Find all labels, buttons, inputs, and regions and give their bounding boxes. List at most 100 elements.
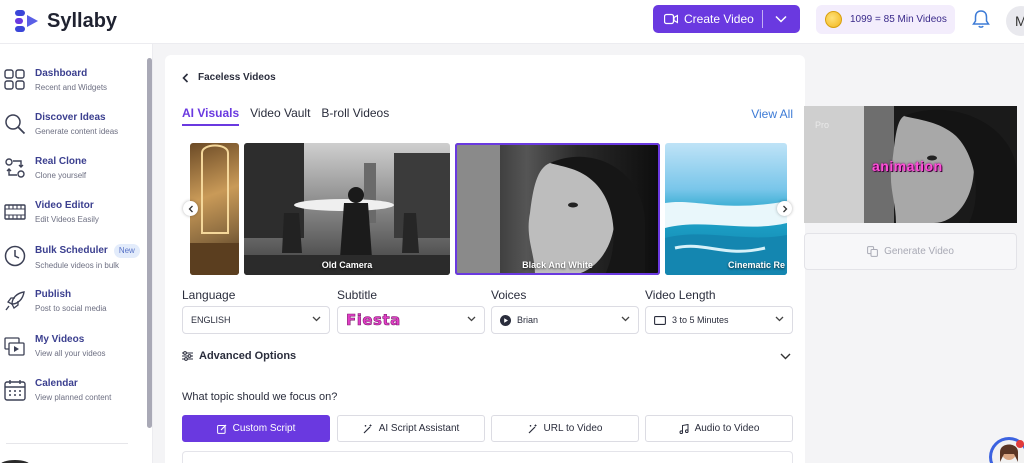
- generate-icon: [867, 246, 878, 257]
- sidebar-item-subtitle: View planned content: [35, 393, 112, 402]
- style-card-black-and-white[interactable]: Black And White: [455, 143, 660, 275]
- sliders-icon: [182, 351, 193, 361]
- bell-icon[interactable]: [970, 8, 992, 30]
- sidebar-item-title: Bulk Scheduler New: [35, 244, 140, 258]
- logo[interactable]: Syllaby: [14, 8, 117, 34]
- sidebar-item-title: My Videos: [35, 334, 85, 345]
- tab-video-vault[interactable]: Video Vault: [250, 106, 310, 126]
- sidebar: Dashboard Recent and Widgets Discover Ide…: [0, 44, 153, 463]
- custom-script-label: Custom Script: [232, 423, 296, 434]
- preview-caption: Pro: [815, 120, 830, 130]
- sidebar-item-video-editor[interactable]: Video Editor Edit Videos Easily: [4, 200, 144, 240]
- voices-select[interactable]: Brian: [491, 306, 639, 334]
- coin-icon: [825, 11, 842, 28]
- credits-badge[interactable]: 1099 = 85 Min Videos: [816, 5, 955, 34]
- generate-video-label: Generate Video: [884, 246, 954, 257]
- tab-bar: AI Visuals Video Vault B-roll Videos: [182, 106, 389, 126]
- url-to-video-button[interactable]: URL to Video: [491, 415, 639, 442]
- language-select[interactable]: ENGLISH: [182, 306, 330, 334]
- ai-script-assistant-label: AI Script Assistant: [378, 423, 460, 434]
- ai-script-assistant-button[interactable]: AI Script Assistant: [337, 415, 485, 442]
- sidebar-item-my-videos[interactable]: My Videos View all your videos: [4, 334, 144, 374]
- new-badge: New: [113, 244, 140, 258]
- calendar-icon: [4, 380, 26, 401]
- preview-subtitle-word: animation: [872, 158, 943, 174]
- style-carousel: Old Camera Black And White Cinematic Re: [190, 143, 787, 275]
- chevron-right-icon: [782, 205, 787, 212]
- dashboard-icon: [4, 69, 25, 90]
- faceless-videos-card: Faceless Videos AI Visuals Video Vault B…: [165, 55, 805, 463]
- sidebar-item-dashboard[interactable]: Dashboard Recent and Widgets: [4, 68, 144, 108]
- sidebar-item-subtitle: Clone yourself: [35, 171, 87, 180]
- sidebar-item-title-text: Bulk Scheduler: [35, 245, 108, 256]
- rocket-icon: [5, 291, 25, 311]
- sidebar-divider: [6, 443, 128, 444]
- back-link[interactable]: Faceless Videos: [182, 72, 276, 83]
- video-length-value: 3 to 5 Minutes: [672, 315, 729, 325]
- sidebar-item-real-clone[interactable]: Real Clone Clone yourself: [4, 156, 144, 196]
- ocean-image: [665, 201, 787, 275]
- create-video-button[interactable]: Create Video: [653, 5, 800, 33]
- style-card-label: Cinematic Re: [727, 260, 785, 270]
- sidebar-item-title: Discover Ideas: [35, 112, 106, 123]
- view-all-link[interactable]: View All: [751, 107, 793, 121]
- create-video-label: Create Video: [684, 12, 754, 26]
- video-length-select[interactable]: 3 to 5 Minutes: [645, 306, 793, 334]
- sidebar-scrollbar[interactable]: [147, 58, 152, 428]
- style-card-cinematic[interactable]: Cinematic Re: [665, 143, 787, 275]
- style-card-label: Old Camera: [321, 260, 373, 270]
- sidebar-item-subtitle: Recent and Widgets: [35, 83, 108, 92]
- custom-script-button[interactable]: Custom Script: [182, 415, 330, 442]
- carousel-next-button[interactable]: [777, 201, 792, 216]
- audio-to-video-button[interactable]: Audio to Video: [645, 415, 793, 442]
- chevron-left-icon: [182, 72, 189, 83]
- sidebar-item-title: Video Editor: [35, 200, 94, 211]
- sidebar-item-title: Publish: [35, 289, 72, 300]
- edit-icon: [216, 424, 227, 434]
- sidebar-item-subtitle: Schedule videos in bulk: [35, 261, 120, 270]
- sidebar-item-calendar[interactable]: Calendar View planned content: [4, 378, 144, 418]
- clone-icon: [5, 158, 25, 178]
- page-title: Faceless Videos: [198, 72, 276, 83]
- style-card-label: Black And White: [522, 260, 593, 270]
- video-icon: [664, 13, 678, 25]
- sidebar-item-title: Real Clone: [35, 156, 87, 167]
- create-video-dropdown[interactable]: [763, 15, 799, 23]
- video-preview[interactable]: Pro animation: [804, 106, 1017, 223]
- tab-ai-visuals[interactable]: AI Visuals: [182, 106, 240, 126]
- audio-to-video-label: Audio to Video: [694, 423, 760, 434]
- advanced-options-toggle[interactable]: Advanced Options: [182, 350, 296, 362]
- sidebar-item-bulk-scheduler[interactable]: Bulk Scheduler New Schedule videos in bulk: [4, 244, 144, 284]
- sidebar-item-publish[interactable]: Publish Post to social media: [4, 289, 144, 329]
- chevron-down-icon[interactable]: [780, 353, 791, 360]
- notification-dot: [1016, 440, 1024, 448]
- chevron-down-icon: [312, 316, 321, 322]
- chevron-down-icon: [467, 316, 476, 322]
- topic-question: What topic should we focus on?: [182, 391, 338, 403]
- brand-name: Syllaby: [47, 9, 118, 32]
- chevron-down-icon: [621, 316, 630, 322]
- url-to-video-label: URL to Video: [543, 423, 603, 434]
- video-length-label: Video Length: [645, 288, 716, 302]
- street-image: [244, 143, 450, 275]
- voices-value: Brian: [517, 315, 539, 325]
- carousel-prev-button[interactable]: [183, 201, 198, 216]
- film-icon: [4, 204, 26, 220]
- clock-icon: [4, 245, 26, 267]
- subtitle-value: Fiesta: [346, 311, 401, 330]
- generate-video-button[interactable]: Generate Video: [804, 233, 1017, 270]
- script-textarea[interactable]: [182, 451, 793, 463]
- search-icon: [5, 114, 26, 135]
- videos-icon: [4, 337, 25, 356]
- syllaby-logo-icon: [15, 10, 38, 32]
- user-avatar[interactable]: M: [1006, 6, 1024, 36]
- chevron-down-icon: [775, 15, 787, 23]
- subtitle-select[interactable]: Fiesta: [337, 306, 485, 334]
- sidebar-item-discover-ideas[interactable]: Discover Ideas Generate content ideas: [4, 112, 144, 152]
- sidebar-item-subtitle: Edit Videos Easily: [35, 215, 99, 224]
- subtitle-label: Subtitle: [337, 288, 378, 302]
- chevron-left-icon: [188, 205, 193, 212]
- style-card-old-camera[interactable]: Old Camera: [244, 143, 450, 275]
- tab-b-roll-videos[interactable]: B-roll Videos: [321, 106, 389, 126]
- music-note-icon: [679, 423, 689, 434]
